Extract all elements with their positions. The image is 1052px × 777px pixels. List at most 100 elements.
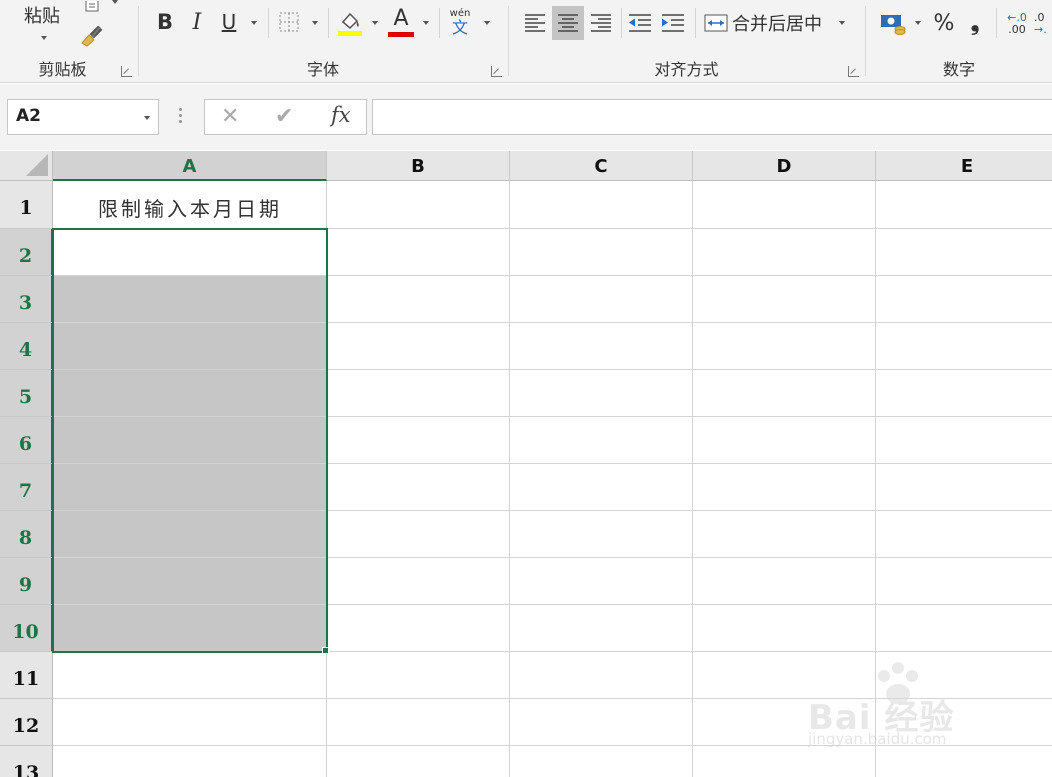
cell-c11[interactable] xyxy=(510,652,693,699)
row-header-12[interactable]: 12 xyxy=(0,699,53,746)
cell-b12[interactable] xyxy=(327,699,510,746)
column-header-a[interactable]: A xyxy=(53,151,327,181)
cell-b3[interactable] xyxy=(327,276,510,323)
cell-e9[interactable] xyxy=(876,558,1052,605)
cell-c3[interactable] xyxy=(510,276,693,323)
cell-c1[interactable] xyxy=(510,181,693,229)
cell-c6[interactable] xyxy=(510,417,693,464)
cell-c8[interactable] xyxy=(510,511,693,558)
column-header-e[interactable]: E xyxy=(876,151,1052,181)
cell-a2[interactable] xyxy=(53,229,327,276)
font-color-dropdown-caret[interactable] xyxy=(423,21,429,25)
cell-b2[interactable] xyxy=(327,229,510,276)
cell-e8[interactable] xyxy=(876,511,1052,558)
name-box-dropdown-caret[interactable] xyxy=(144,116,150,120)
column-header-b[interactable]: B xyxy=(327,151,510,181)
fill-handle[interactable] xyxy=(322,647,329,654)
cell-b7[interactable] xyxy=(327,464,510,511)
paste-dropdown-caret[interactable] xyxy=(41,36,47,40)
cell-a10[interactable] xyxy=(53,605,327,652)
select-all-corner[interactable] xyxy=(0,151,53,181)
row-header-11[interactable]: 11 xyxy=(0,652,53,699)
row-header-10[interactable]: 10 xyxy=(0,605,53,652)
decrease-decimal-button[interactable]: .0 →. xyxy=(1034,8,1052,40)
formula-input[interactable] xyxy=(372,99,1052,135)
cell-d2[interactable] xyxy=(693,229,876,276)
cell-b10[interactable] xyxy=(327,605,510,652)
cell-c9[interactable] xyxy=(510,558,693,605)
cell-a3[interactable] xyxy=(53,276,327,323)
cell-e6[interactable] xyxy=(876,417,1052,464)
cell-a4[interactable] xyxy=(53,323,327,370)
italic-button[interactable]: I xyxy=(185,8,209,36)
fill-color-dropdown-caret[interactable] xyxy=(372,21,378,25)
name-box[interactable]: A2 xyxy=(7,99,159,135)
align-center-button[interactable] xyxy=(552,6,584,40)
cell-a8[interactable] xyxy=(53,511,327,558)
format-painter-button[interactable] xyxy=(78,20,106,48)
row-header-1[interactable]: 1 xyxy=(0,181,53,229)
cell-d10[interactable] xyxy=(693,605,876,652)
underline-dropdown-caret[interactable] xyxy=(251,21,257,25)
phonetic-dropdown-caret[interactable] xyxy=(484,21,490,25)
cell-c5[interactable] xyxy=(510,370,693,417)
cell-a5[interactable] xyxy=(53,370,327,417)
cell-c10[interactable] xyxy=(510,605,693,652)
cell-e2[interactable] xyxy=(876,229,1052,276)
underline-button[interactable]: U xyxy=(217,8,241,36)
cell-b5[interactable] xyxy=(327,370,510,417)
row-header-5[interactable]: 5 xyxy=(0,370,53,417)
phonetic-guide-button[interactable]: wén 文 xyxy=(445,8,475,38)
cell-d5[interactable] xyxy=(693,370,876,417)
cell-e4[interactable] xyxy=(876,323,1052,370)
cell-e10[interactable] xyxy=(876,605,1052,652)
font-dialog-launcher[interactable] xyxy=(491,66,502,77)
row-header-3[interactable]: 3 xyxy=(0,276,53,323)
align-right-button[interactable] xyxy=(587,8,615,38)
cell-b6[interactable] xyxy=(327,417,510,464)
cell-b9[interactable] xyxy=(327,558,510,605)
row-header-8[interactable]: 8 xyxy=(0,511,53,558)
cell-b11[interactable] xyxy=(327,652,510,699)
cell-d8[interactable] xyxy=(693,511,876,558)
accounting-dropdown-caret[interactable] xyxy=(915,21,921,25)
row-header-4[interactable]: 4 xyxy=(0,323,53,370)
cell-b13[interactable] xyxy=(327,746,510,777)
enter-check-icon[interactable]: ✔ xyxy=(275,104,293,129)
font-color-button[interactable]: A xyxy=(387,6,415,38)
column-header-d[interactable]: D xyxy=(693,151,876,181)
clipboard-dialog-launcher[interactable] xyxy=(121,66,132,77)
cell-e5[interactable] xyxy=(876,370,1052,417)
cancel-icon[interactable]: ✕ xyxy=(221,104,239,129)
cell-b1[interactable] xyxy=(327,181,510,229)
cell-c7[interactable] xyxy=(510,464,693,511)
cell-d4[interactable] xyxy=(693,323,876,370)
cell-a13[interactable] xyxy=(53,746,327,777)
cell-e1[interactable] xyxy=(876,181,1052,229)
row-header-2[interactable]: 2 xyxy=(0,229,53,276)
column-header-c[interactable]: C xyxy=(510,151,693,181)
comma-style-button[interactable]: ❟ xyxy=(964,8,986,38)
cell-a11[interactable] xyxy=(53,652,327,699)
increase-decimal-button[interactable]: ←.0 .00 xyxy=(1002,8,1032,40)
cell-a9[interactable] xyxy=(53,558,327,605)
copy-dropdown-caret[interactable] xyxy=(112,0,118,4)
increase-indent-button[interactable] xyxy=(659,8,687,38)
cell-c13[interactable] xyxy=(510,746,693,777)
merge-center-button[interactable]: 合并后居中 xyxy=(704,8,834,38)
cell-e7[interactable] xyxy=(876,464,1052,511)
paste-button[interactable]: 粘贴 xyxy=(14,2,70,28)
cell-c2[interactable] xyxy=(510,229,693,276)
align-left-button[interactable] xyxy=(521,8,549,38)
fill-color-button[interactable] xyxy=(335,6,365,38)
cell-b4[interactable] xyxy=(327,323,510,370)
cell-c12[interactable] xyxy=(510,699,693,746)
cell-d3[interactable] xyxy=(693,276,876,323)
cell-d7[interactable] xyxy=(693,464,876,511)
cell-d1[interactable] xyxy=(693,181,876,229)
insert-function-icon[interactable]: fx xyxy=(331,103,351,127)
row-header-7[interactable]: 7 xyxy=(0,464,53,511)
cell-d9[interactable] xyxy=(693,558,876,605)
accounting-format-button[interactable] xyxy=(878,8,908,38)
borders-button[interactable] xyxy=(276,9,302,35)
